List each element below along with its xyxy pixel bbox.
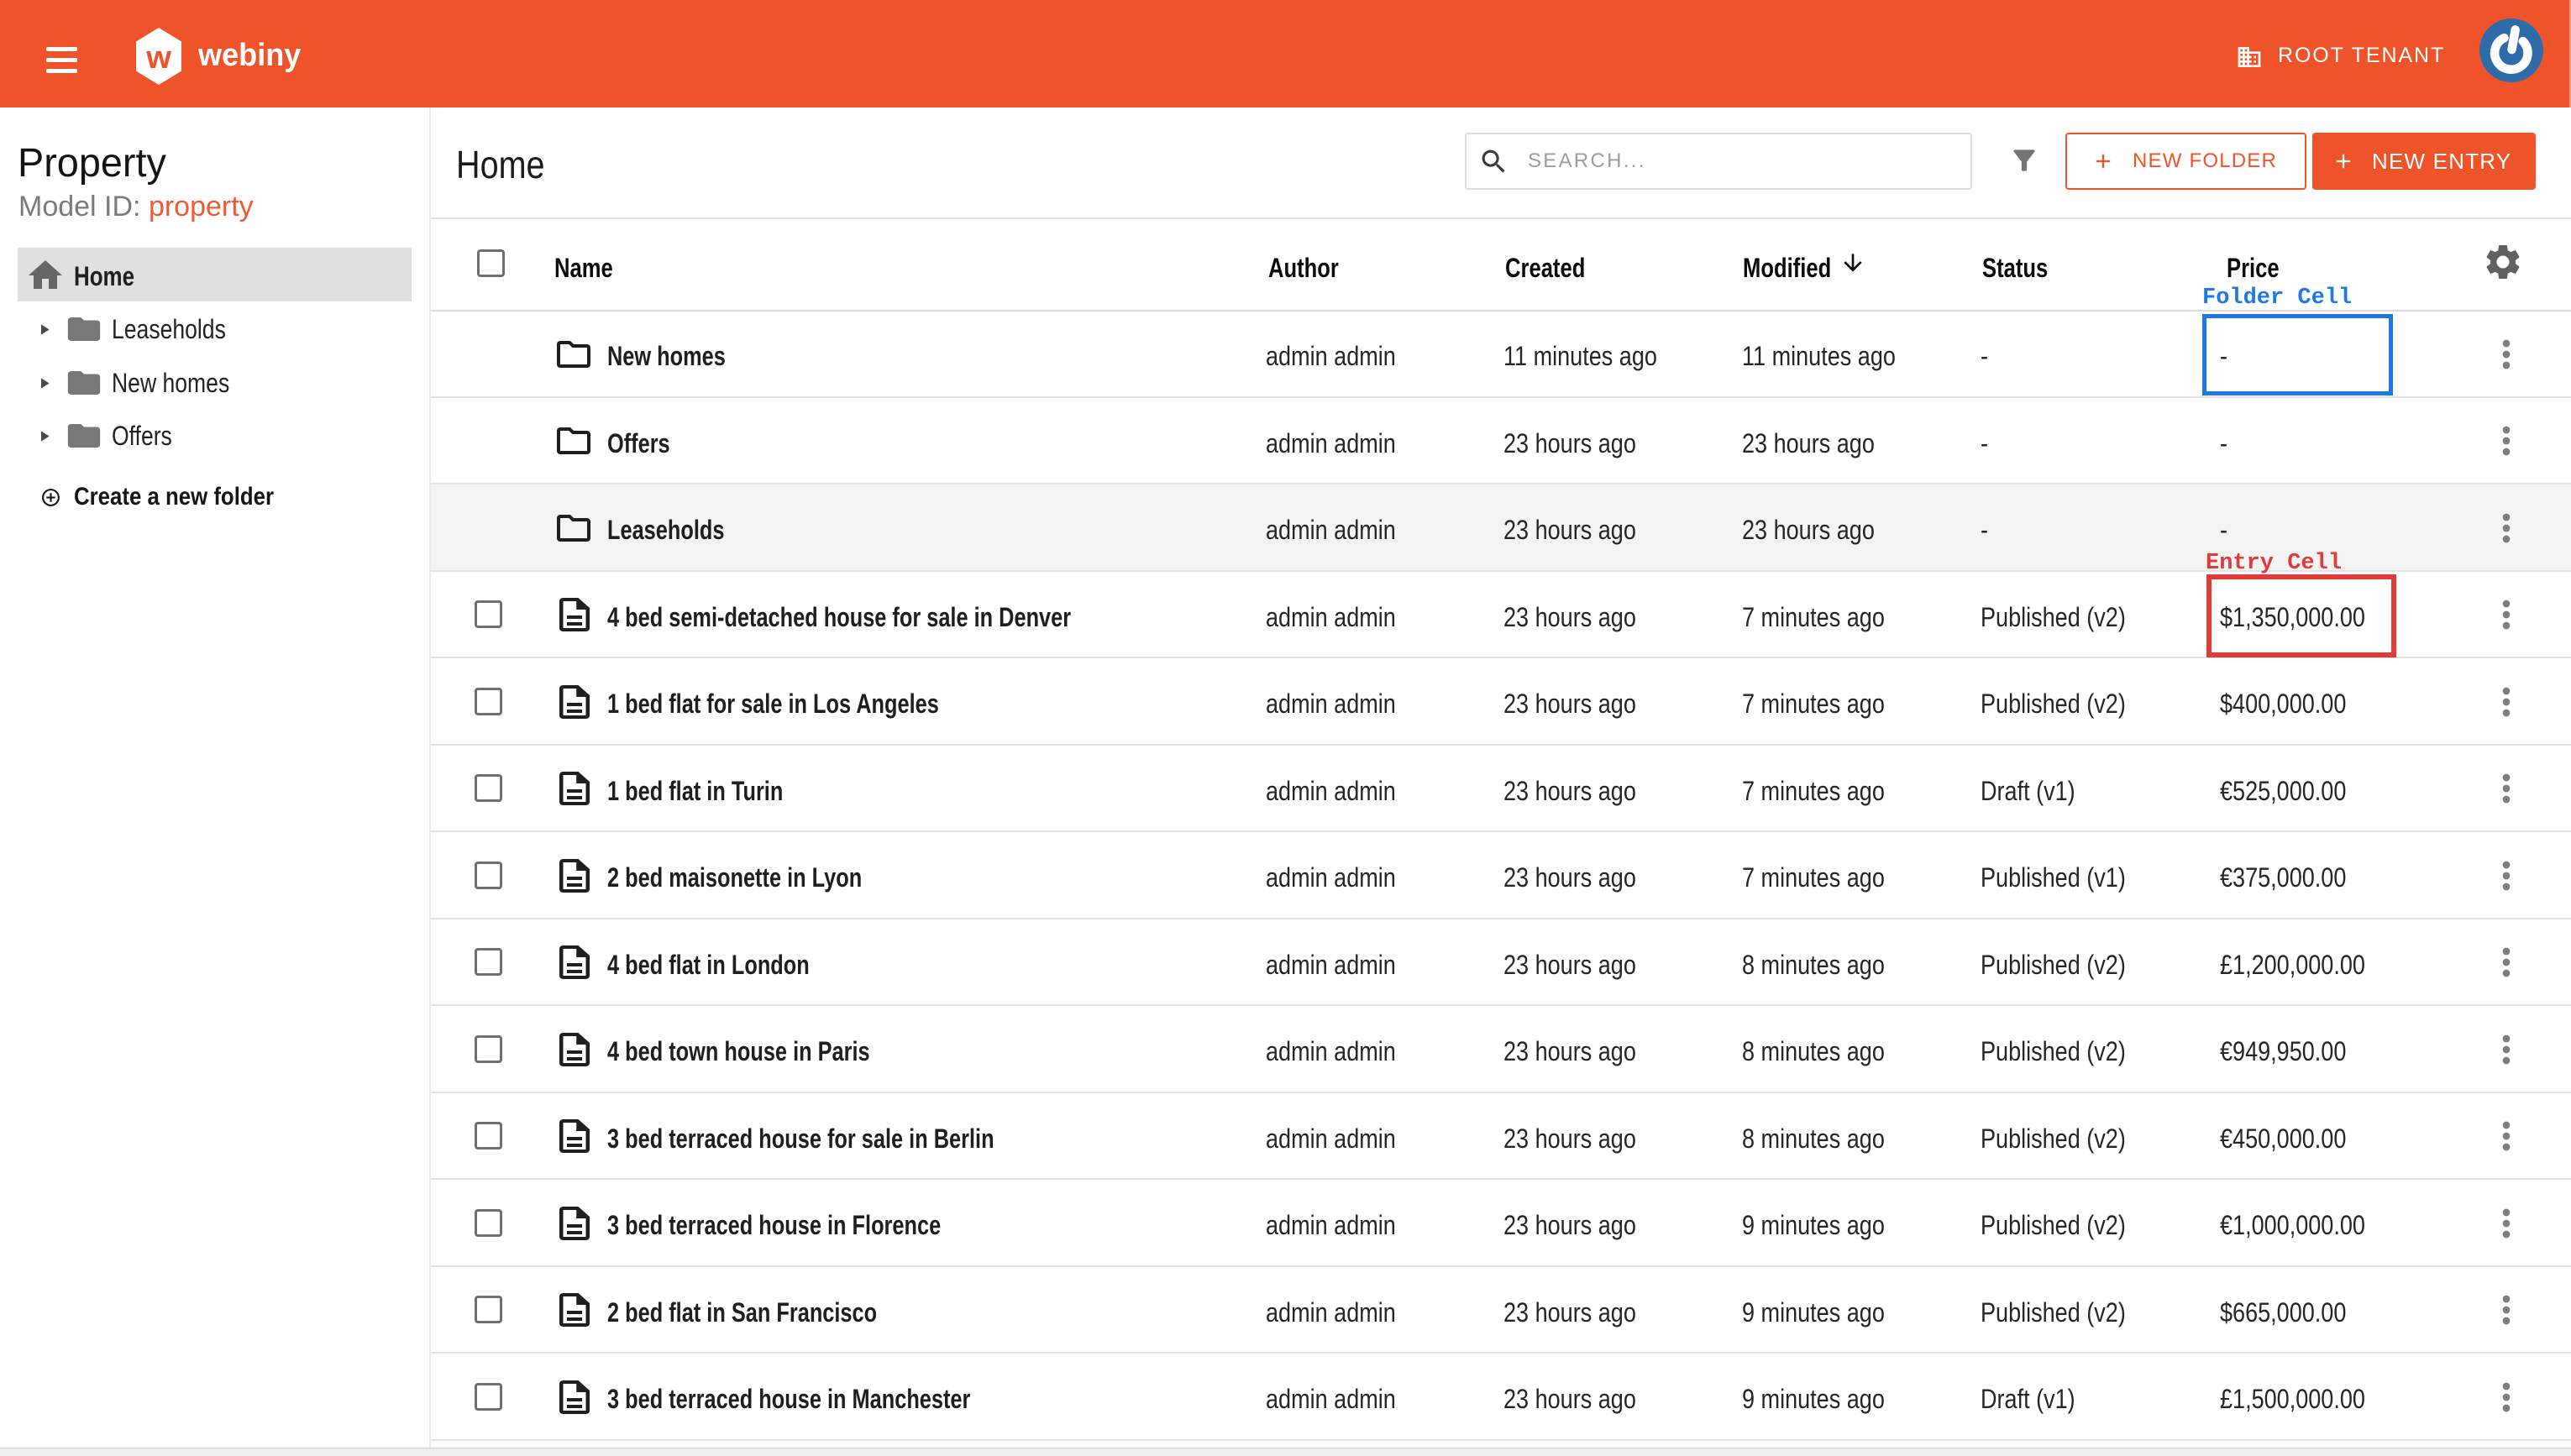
svg-text:w: w xyxy=(145,40,171,76)
